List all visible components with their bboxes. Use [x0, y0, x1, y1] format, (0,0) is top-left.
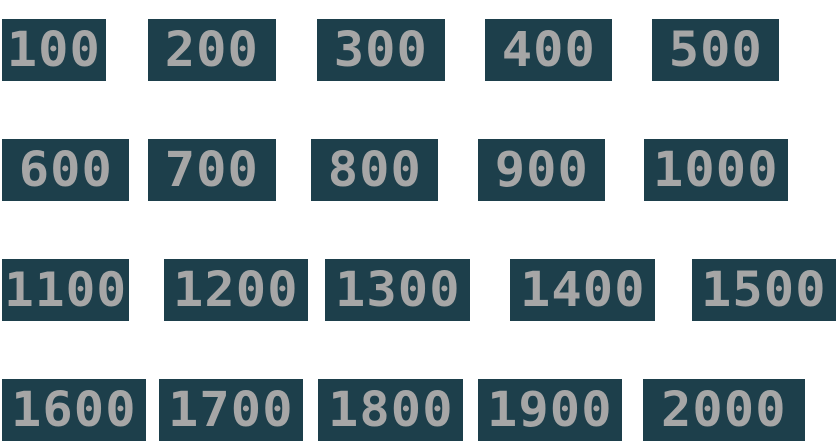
score-value: 200 [164, 22, 260, 78]
score-tile-500[interactable]: 500 [652, 19, 779, 81]
score-tile-900[interactable]: 900 [478, 139, 605, 201]
score-value: 900 [494, 142, 589, 198]
score-tile-board: 100 200 300 400 500 600 700 800 900 1000… [0, 0, 838, 442]
score-tile-1700[interactable]: 1700 [159, 379, 303, 441]
score-tile-400[interactable]: 400 [485, 19, 612, 81]
score-tile-1500[interactable]: 1500 [692, 259, 836, 321]
score-value: 300 [333, 22, 429, 78]
score-value: 1300 [334, 262, 461, 318]
score-tile-100[interactable]: 100 [2, 19, 106, 81]
score-value: 1200 [173, 262, 299, 318]
score-value: 1900 [487, 382, 613, 438]
score-tile-1000[interactable]: 1000 [644, 139, 788, 201]
score-value: 400 [501, 22, 596, 78]
score-tile-1100[interactable]: 1100 [2, 259, 129, 321]
score-tile-1300[interactable]: 1300 [325, 259, 470, 321]
score-tile-300[interactable]: 300 [317, 19, 445, 81]
score-value: 100 [6, 22, 102, 78]
score-value: 1600 [11, 382, 137, 438]
score-value: 1500 [701, 262, 827, 318]
score-value: 2000 [661, 382, 787, 438]
score-tile-1800[interactable]: 1800 [318, 379, 463, 441]
score-value: 1000 [653, 142, 779, 198]
score-value: 600 [18, 142, 113, 198]
score-value: 1100 [3, 262, 128, 318]
score-value: 800 [327, 142, 422, 198]
score-tile-1200[interactable]: 1200 [164, 259, 308, 321]
score-value: 1800 [327, 382, 454, 438]
score-value: 1400 [519, 262, 646, 318]
score-value: 1700 [168, 382, 294, 438]
score-value: 700 [164, 142, 260, 198]
score-tile-1900[interactable]: 1900 [478, 379, 622, 441]
score-tile-700[interactable]: 700 [148, 139, 276, 201]
score-tile-800[interactable]: 800 [311, 139, 438, 201]
score-value: 500 [668, 22, 763, 78]
score-tile-600[interactable]: 600 [2, 139, 129, 201]
score-tile-1400[interactable]: 1400 [510, 259, 655, 321]
score-tile-2000[interactable]: 2000 [643, 379, 805, 441]
score-tile-1600[interactable]: 1600 [2, 379, 146, 441]
score-tile-200[interactable]: 200 [148, 19, 276, 81]
